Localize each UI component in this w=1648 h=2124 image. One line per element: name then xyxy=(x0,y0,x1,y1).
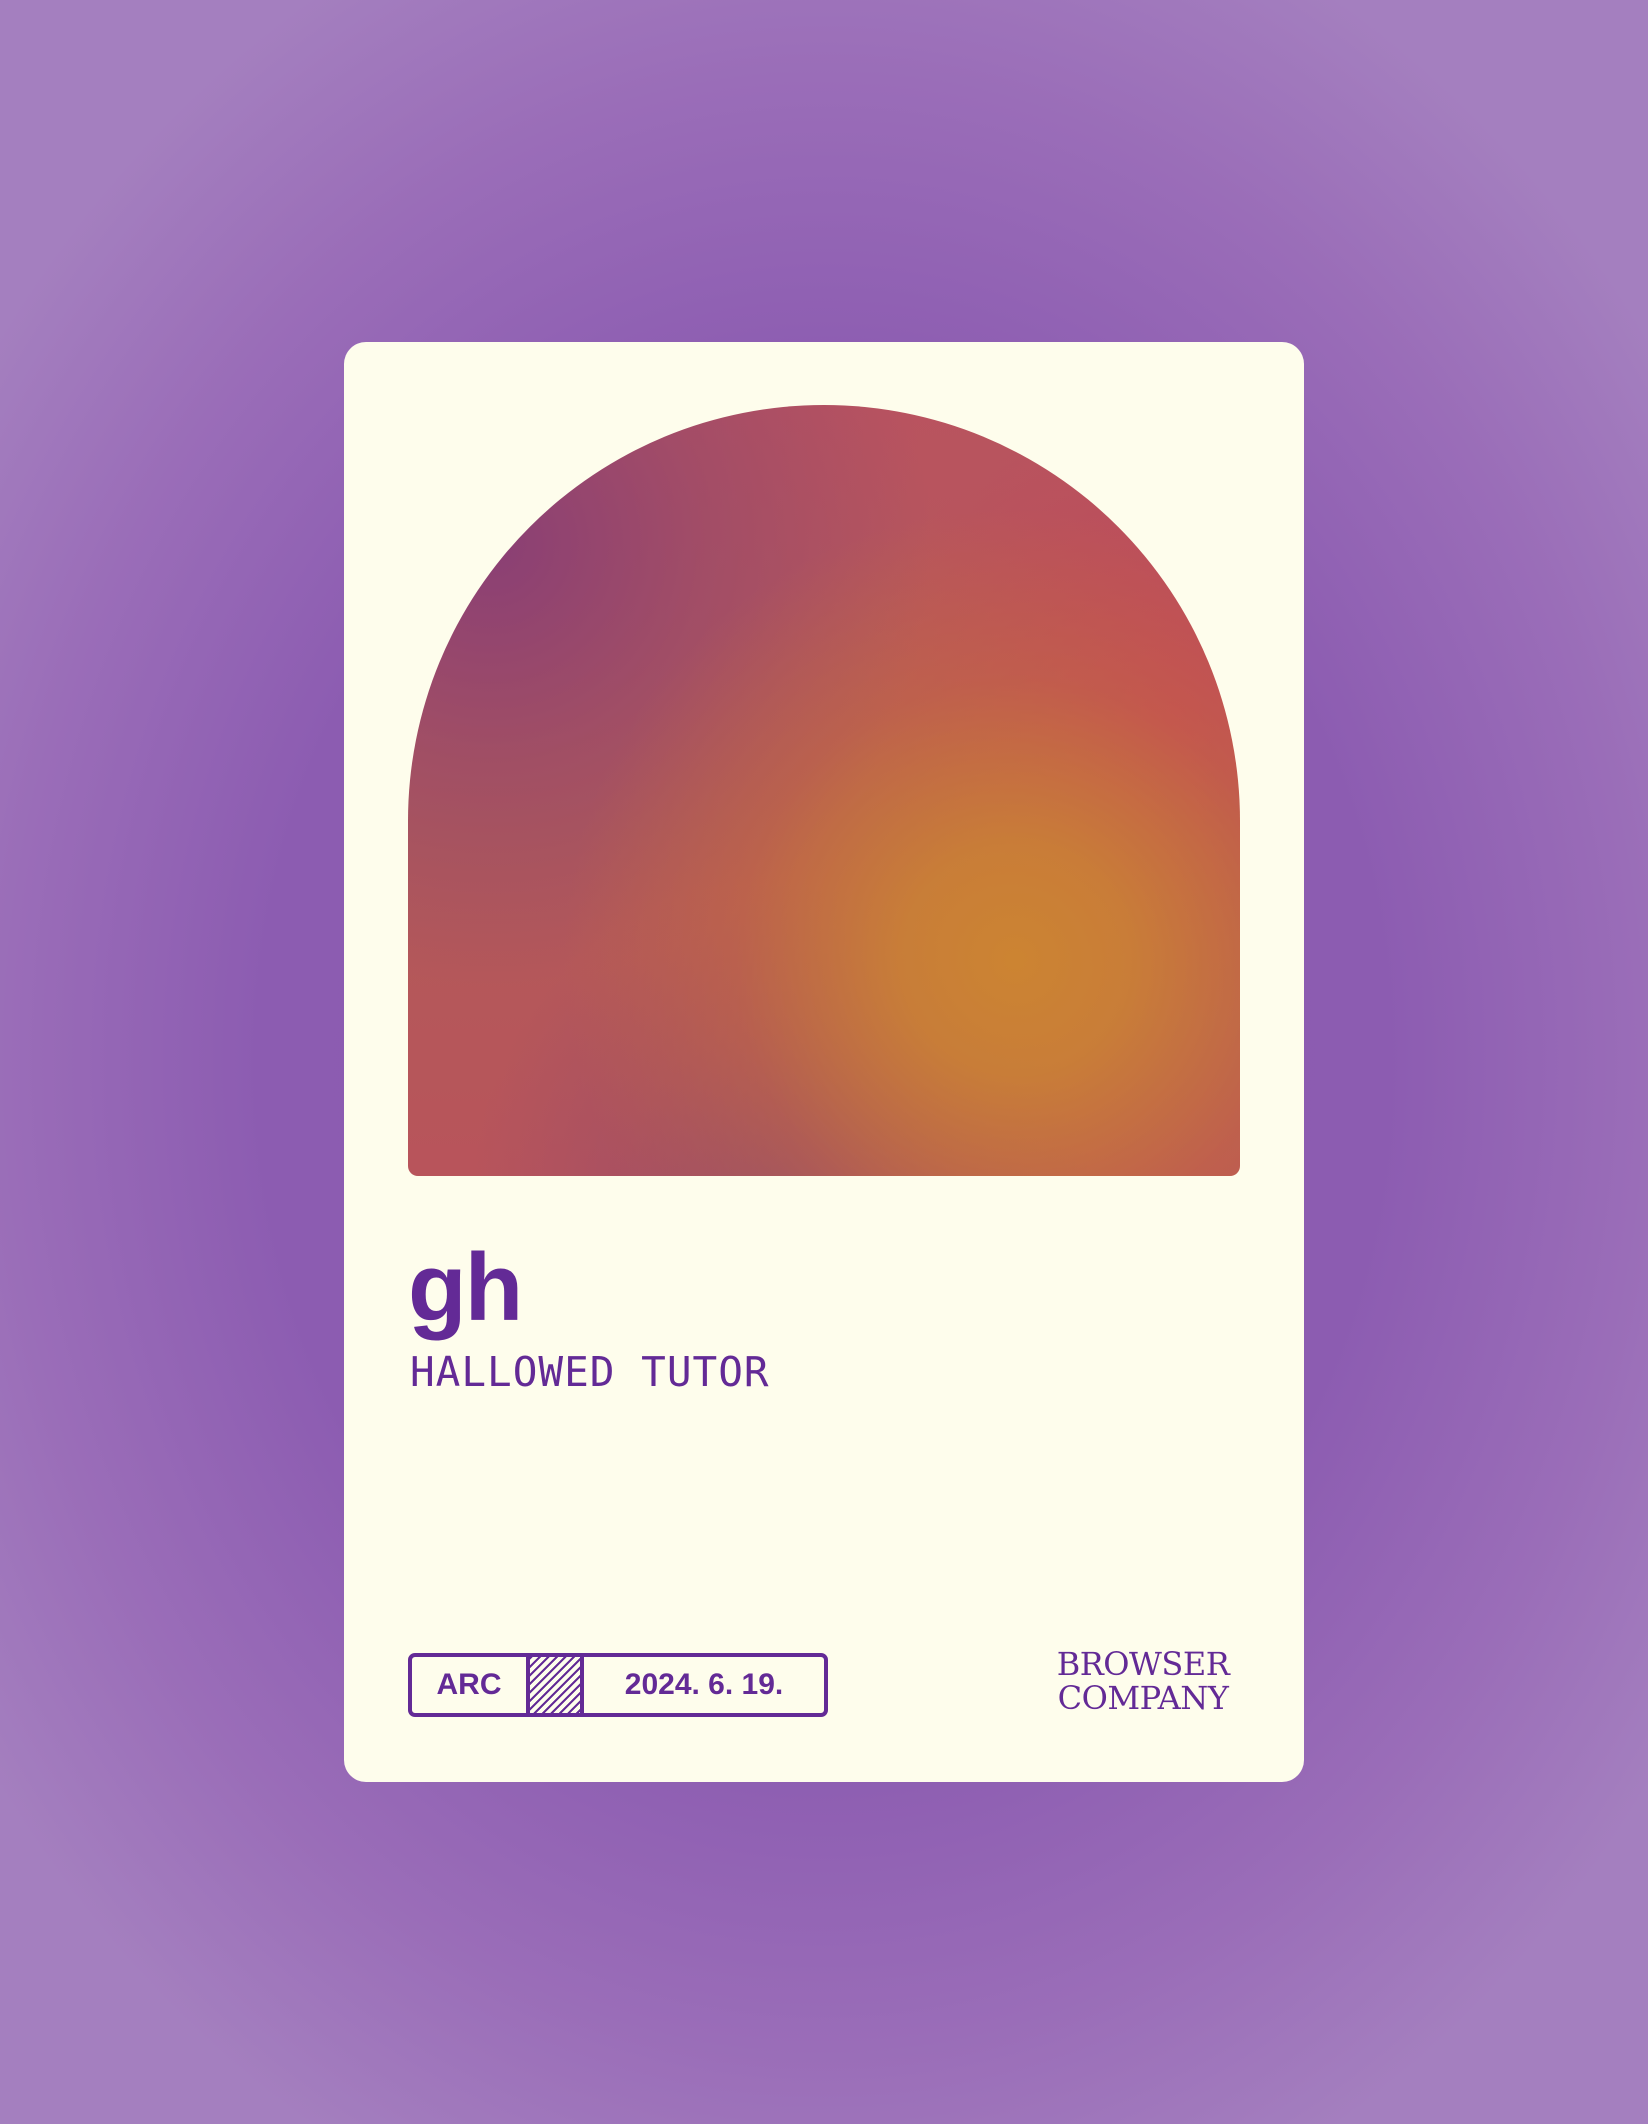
badge-date: 2024. 6. 19. xyxy=(624,1668,784,1701)
logo-line-1: BROWSER xyxy=(1056,1645,1230,1683)
card-subtitle: HALLOWED TUTOR xyxy=(410,1348,770,1396)
browser-company-logo: BROWSER COMPANY xyxy=(1048,1645,1238,1717)
gradient-arch-artwork xyxy=(408,405,1240,1176)
card-title: gh xyxy=(408,1234,523,1341)
logo-line-2: COMPANY xyxy=(1057,1678,1229,1717)
profile-card: gh HALLOWED TUTOR ARC 2024. 6. 19. BROWS… xyxy=(344,342,1304,1782)
arc-date-badge: ARC 2024. 6. 19. xyxy=(408,1653,828,1717)
badge-label: ARC xyxy=(436,1668,502,1701)
hatch-pattern-icon xyxy=(526,1657,584,1713)
